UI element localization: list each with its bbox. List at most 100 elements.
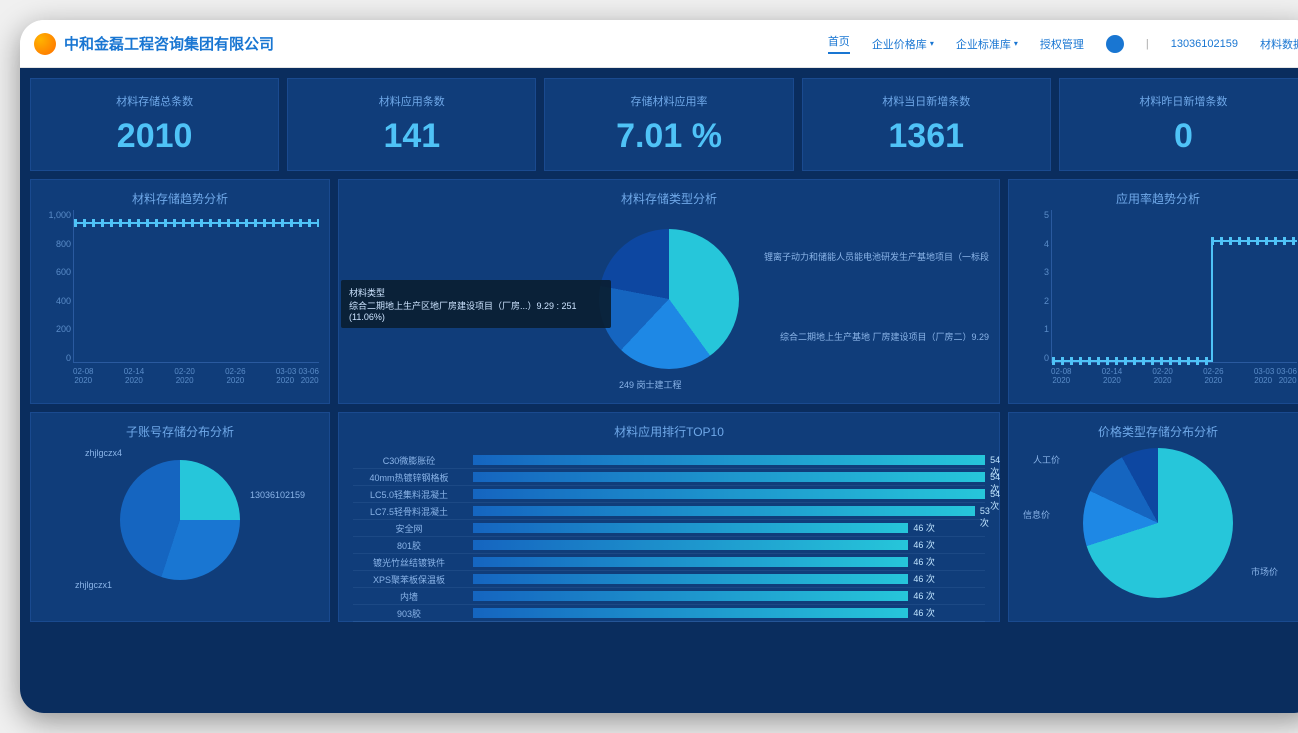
stat-label: 材料存储总条数 [41,93,268,109]
item-value: 46 次 [913,573,935,585]
item-bar: 46 次 [473,573,985,585]
item-bar: 46 次 [473,607,985,619]
nav-home[interactable]: 首页 [828,33,850,54]
stat-card: 材料昨日新增条数 0 [1059,78,1298,171]
item-name: 镀光竹丝结镀铁件 [353,556,473,569]
stats-row: 材料存储总条数 2010 材料应用条数 141 存储材料应用率 7.01 % 材料当日新增条… [30,78,1298,171]
pie-label: 市场价 [1251,565,1278,578]
step-line [1052,210,1297,362]
item-value: 54 次 [990,488,1000,512]
item-name: 安全网 [353,522,473,535]
item-name: LC5.0轻集料混凝土 [353,488,473,501]
list-item: 903胶 46 次 [353,605,985,622]
user-icon[interactable] [1106,35,1124,53]
item-name: 903胶 [353,607,473,620]
axis-x: 02-08 202002-14 202002-20 202002-26 2020… [1051,367,1297,385]
panel-storage-trend: 材料存储趋势分析 1,0008006004002000 02-08 202002… [30,179,330,404]
item-bar: 54 次 [473,471,985,483]
nav-phone[interactable]: 13036102159 [1171,38,1238,50]
item-name: LC7.5轻骨料混凝土 [353,505,473,518]
nav: 首页 企业价格库▾ 企业标准库▾ 授权管理 | 13036102159 材料数据 [828,33,1298,54]
item-name: 801胶 [353,539,473,552]
item-value: 46 次 [913,590,935,602]
panel-title: 材料应用排行TOP10 [349,423,989,440]
stat-value: 2010 [41,117,268,156]
tooltip-title: 材料类型 [349,286,603,299]
item-name: 40mm热镀锌钢格板 [353,471,473,484]
item-bar: 54 次 [473,488,985,500]
list-item: 40mm热镀锌钢格板54 次 [353,469,985,486]
pie-chart [599,229,739,369]
item-name: XPS聚苯板保温板 [353,573,473,586]
stat-label: 存储材料应用率 [555,93,782,109]
stat-value: 141 [298,117,525,156]
pie-label: zhjlgczx1 [75,580,112,590]
list-item: 镀光竹丝结镀铁件 46 次 [353,554,985,571]
stat-value: 1361 [813,117,1040,156]
pie-label: zhjlgczx4 [85,448,122,458]
pie-label: 13036102159 [250,490,305,500]
panel-title: 材料存储类型分析 [349,190,989,207]
panel-title: 子账号存储分布分析 [41,423,319,440]
stat-label: 材料昨日新增条数 [1070,93,1297,109]
panel-title: 价格类型存储分布分析 [1019,423,1297,440]
list-item: C30微膨胀砼54 次 [353,452,985,469]
item-name: C30微膨胀砼 [353,454,473,467]
item-bar: 46 次 [473,556,985,568]
panel-title: 应用率趋势分析 [1019,190,1297,207]
top-bar: 中和金磊工程咨询集团有限公司 首页 企业价格库▾ 企业标准库▾ 授权管理 | 1… [20,20,1298,68]
axis-y: 1,0008006004002000 [41,210,71,363]
list-item: 安全网 46 次 [353,520,985,537]
list-item: LC5.0轻集料混凝土54 次 [353,486,985,503]
item-value: 46 次 [913,556,935,568]
item-value: 46 次 [913,539,935,551]
company-name: 中和金磊工程咨询集团有限公司 [64,33,274,54]
app-window: 中和金磊工程咨询集团有限公司 首页 企业价格库▾ 企业标准库▾ 授权管理 | 1… [20,20,1298,713]
panel-price-type: 价格类型存储分布分析 人工价 信息价 市场价 [1008,412,1298,622]
top10-list: C30微膨胀砼54 次40mm热镀锌钢格板54 次LC5.0轻集料混凝土54 次… [349,448,989,626]
tooltip-text: 综合二期地上生产区地厂房建设项目（厂房...）9.29 : 251 (11.06… [349,299,603,322]
pie-label: 信息价 [1023,508,1050,521]
item-bar: 46 次 [473,522,985,534]
logo-icon [34,33,56,55]
nav-data[interactable]: 材料数据 [1260,36,1298,52]
list-item: 801胶 46 次 [353,537,985,554]
charts-row-2: 子账号存储分布分析 zhjlgczx4 13036102159 zhjlgczx… [30,412,1298,622]
item-bar: 54 次 [473,454,985,466]
stat-value: 7.01 % [555,117,782,156]
trend-line [74,222,319,224]
stat-label: 材料当日新增条数 [813,93,1040,109]
charts-row-1: 材料存储趋势分析 1,0008006004002000 02-08 202002… [30,179,1298,404]
panel-category: 材料存储类型分析 材料类型 综合二期地上生产区地厂房建设项目（厂房...）9.2… [338,179,1000,404]
nav-auth[interactable]: 授权管理 [1040,36,1084,52]
item-value: 46 次 [913,607,935,619]
dashboard: 材料存储总条数 2010 材料应用条数 141 存储材料应用率 7.01 % 材料当日新增条… [20,68,1298,713]
plot-area [1051,210,1297,363]
list-item: LC7.5轻骨料混凝土53 次 [353,503,985,520]
pie-label: 249 岗士建工程 [619,378,682,391]
item-bar: 53 次 [473,505,985,517]
axis-y: 543210 [1019,210,1049,363]
stat-label: 材料应用条数 [298,93,525,109]
caret-down-icon: ▾ [930,39,934,48]
panel-title: 材料存储趋势分析 [41,190,319,207]
stat-card: 材料存储总条数 2010 [30,78,279,171]
item-value: 46 次 [913,522,935,534]
nav-stddb[interactable]: 企业标准库▾ [956,36,1018,52]
stat-card: 材料当日新增条数 1361 [802,78,1051,171]
item-name: 内墙 [353,590,473,603]
divider: | [1146,38,1149,50]
list-item: 内墙 46 次 [353,588,985,605]
nav-pricedb[interactable]: 企业价格库▾ [872,36,934,52]
item-bar: 46 次 [473,590,985,602]
pie-chart: zhjlgczx4 13036102159 zhjlgczx1 [120,460,240,580]
stat-value: 0 [1070,117,1297,156]
chart-tooltip: 材料类型 综合二期地上生产区地厂房建设项目（厂房...）9.29 : 251 (… [341,280,611,328]
caret-down-icon: ▾ [1014,39,1018,48]
panel-top10: 材料应用排行TOP10 C30微膨胀砼54 次40mm热镀锌钢格板54 次LC5… [338,412,1000,622]
item-bar: 46 次 [473,539,985,551]
pie-label: 锂离子动力和储能人员能电池研发生产基地项目（一标段 [764,250,989,263]
pie-label: 人工价 [1033,453,1060,466]
axis-x: 02-08 202002-14 202002-20 202002-26 2020… [73,367,319,385]
list-item: XPS聚苯板保温板 46 次 [353,571,985,588]
